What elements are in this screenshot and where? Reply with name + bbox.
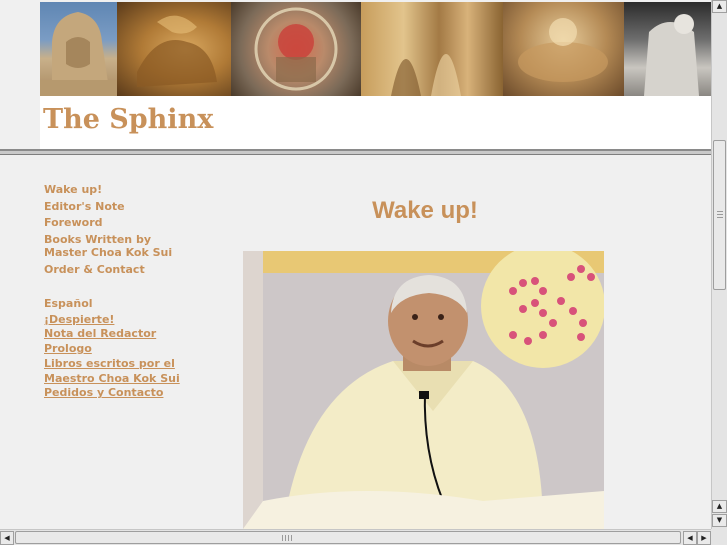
nav-link-wake-up[interactable]: Wake up!	[44, 183, 214, 197]
nav-link-pedidos-contacto[interactable]: Pedidos y Contacto	[44, 386, 214, 400]
banner-image-griffin	[117, 2, 231, 96]
nav-link-editors-note[interactable]: Editor's Note	[44, 200, 214, 214]
nav-language-label-spanish: Español	[44, 297, 93, 310]
nav-link-libros-escritos[interactable]: Libros escritos por el	[44, 357, 214, 371]
header-divider-dark	[0, 154, 711, 155]
scroll-left-arrow-icon-right[interactable]: ◀	[683, 531, 697, 545]
vertical-scrollbar[interactable]: ▲ ▲ ▼	[711, 0, 727, 529]
banner-image-carving	[503, 2, 624, 96]
scroll-down-arrow-icon[interactable]: ▼	[712, 514, 727, 527]
vertical-scroll-thumb[interactable]	[713, 140, 726, 290]
scroll-right-arrow-icon[interactable]: ▶	[697, 531, 711, 545]
title-bar: The Sphinx	[40, 96, 711, 149]
header-banner	[40, 2, 711, 96]
scroll-up-arrow-icon[interactable]: ▲	[712, 0, 727, 13]
page-heading: Wake up!	[372, 197, 478, 224]
scrollbar-corner	[711, 529, 727, 545]
page-viewport: The Sphinx Wake up! Editor's Note Forewo…	[0, 0, 711, 529]
scroll-up-arrow-icon-lower[interactable]: ▲	[712, 500, 727, 513]
site-title: The Sphinx	[43, 104, 214, 135]
scroll-left-arrow-icon[interactable]: ◀	[0, 531, 14, 545]
nav-link-nota-del-redactor[interactable]: Nota del Redactor	[44, 327, 214, 341]
horizontal-scroll-thumb[interactable]	[15, 531, 681, 544]
nav-link-books-written-by[interactable]: Books Written by	[44, 233, 214, 247]
banner-image-fresco	[231, 2, 361, 96]
banner-image-statue	[624, 2, 711, 96]
banner-image-relief	[361, 2, 503, 96]
horizontal-scrollbar[interactable]: ◀ ◀ ▶	[0, 529, 711, 545]
sidebar-nav: Wake up! Editor's Note Foreword Books Wr…	[44, 183, 214, 401]
nav-link-order-contact[interactable]: Order & Contact	[44, 263, 214, 277]
portrait-photo	[243, 251, 604, 529]
nav-link-foreword[interactable]: Foreword	[44, 216, 214, 230]
nav-link-maestro-choa-kok-sui[interactable]: Maestro Choa Kok Sui	[44, 372, 214, 386]
banner-image-sphinx	[40, 2, 117, 96]
nav-link-despierte[interactable]: ¡Despierte!	[44, 313, 214, 327]
nav-link-master-choa-kok-sui[interactable]: Master Choa Kok Sui	[44, 246, 214, 260]
nav-link-prologo[interactable]: Prologo	[44, 342, 214, 356]
